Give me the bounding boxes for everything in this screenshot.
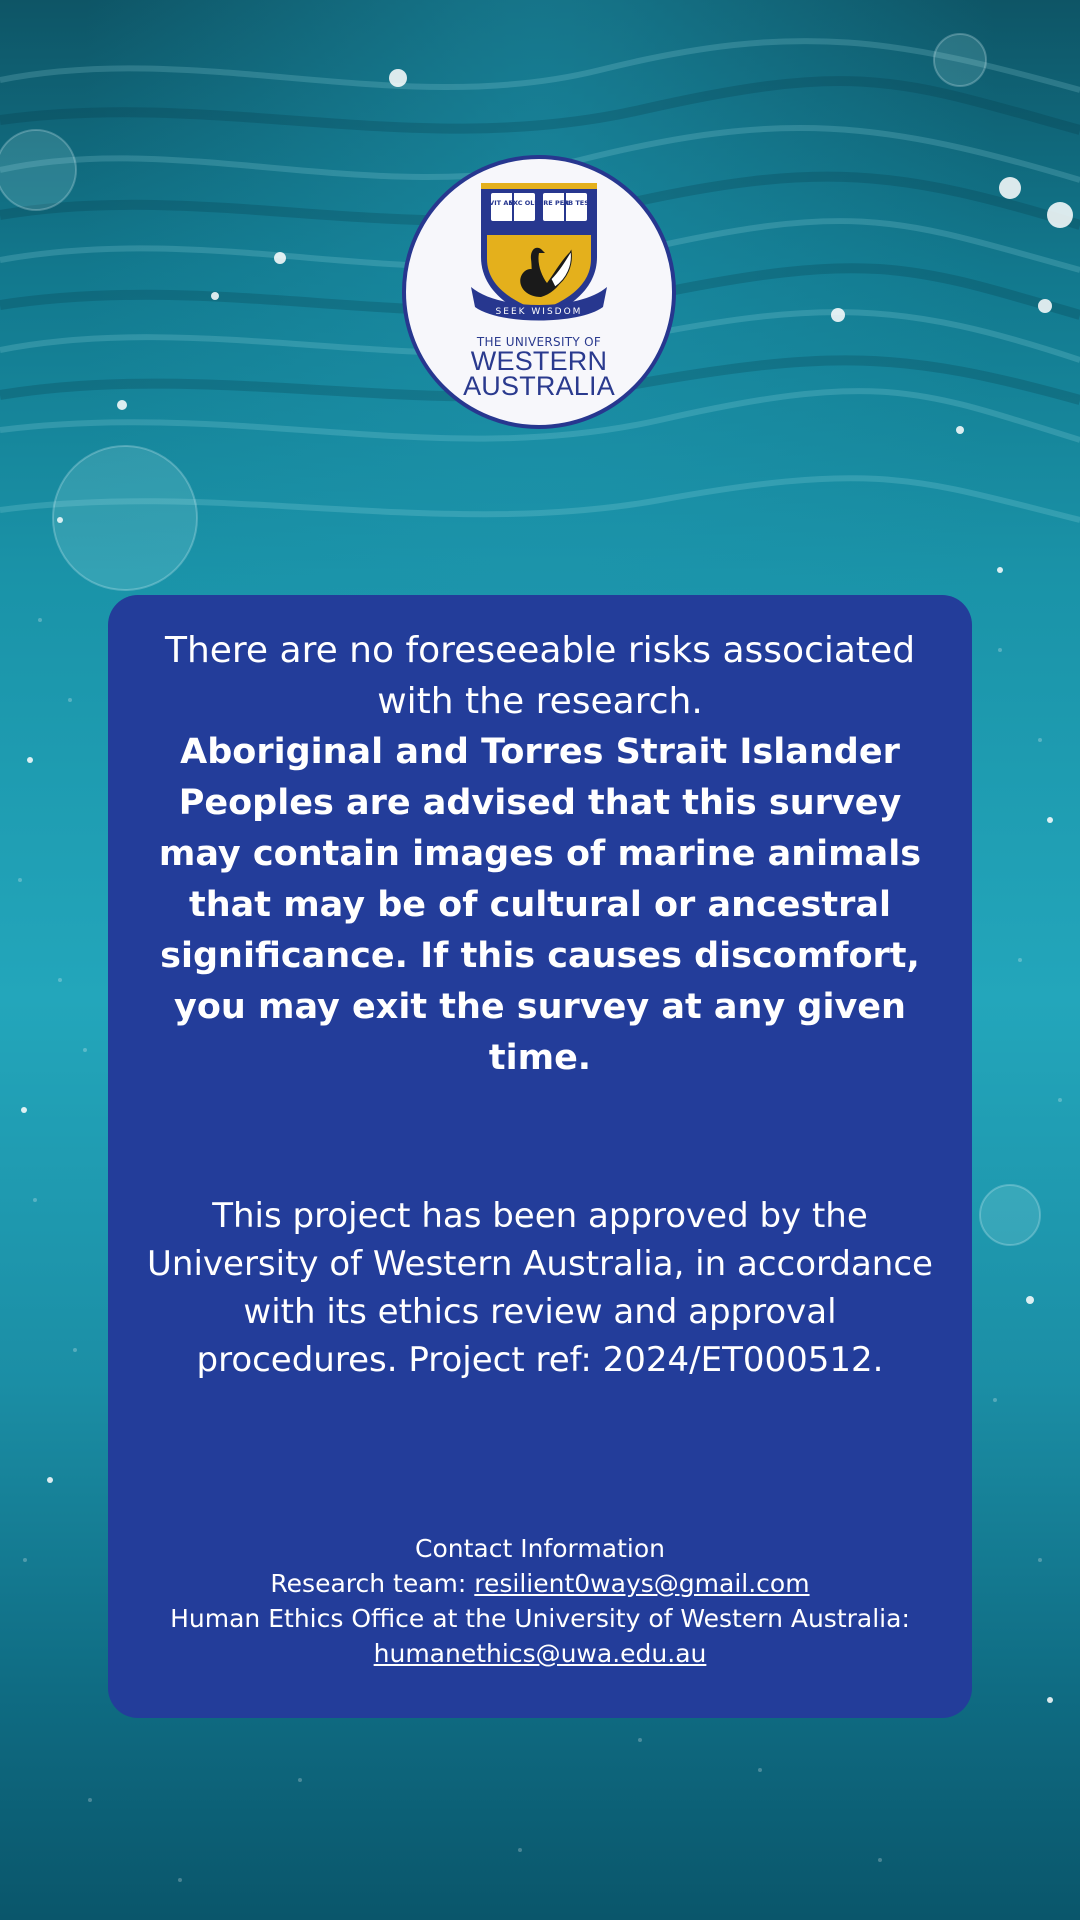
research-team-email-link[interactable]: resilient0ways@gmail.com (474, 1569, 809, 1598)
ethics-office-line: humanethics@uwa.edu.au (108, 1636, 972, 1671)
research-team-label: Research team: (270, 1569, 475, 1598)
svg-text:SEEK WISDOM: SEEK WISDOM (496, 307, 583, 317)
crest-icon: VIT AM EXC OLU ERE PER AB TES SEEK WISDO… (471, 183, 607, 321)
university-logo: VIT AM EXC OLU ERE PER AB TES SEEK WISDO… (402, 155, 676, 429)
svg-text:EXC OLU: EXC OLU (509, 199, 540, 207)
ethics-office-label: Human Ethics Office at the University of… (170, 1604, 910, 1633)
info-panel: There are no foreseeable risks associate… (108, 595, 972, 1718)
contact-section: Contact Information Research team: resil… (108, 1531, 972, 1671)
cultural-advisory: Aboriginal and Torres Strait Islander Pe… (158, 732, 922, 1078)
ethics-office-email-link[interactable]: humanethics@uwa.edu.au (374, 1639, 707, 1668)
logo-name-line2: AUSTRALIA (463, 371, 615, 401)
ethics-approval: This project has been approved by the Un… (147, 1196, 933, 1380)
contact-heading: Contact Information (415, 1534, 665, 1563)
research-team-line: Research team: resilient0ways@gmail.com (108, 1566, 972, 1601)
risk-statement: There are no foreseeable risks associate… (164, 630, 916, 722)
svg-text:AB TES: AB TES (563, 199, 589, 207)
